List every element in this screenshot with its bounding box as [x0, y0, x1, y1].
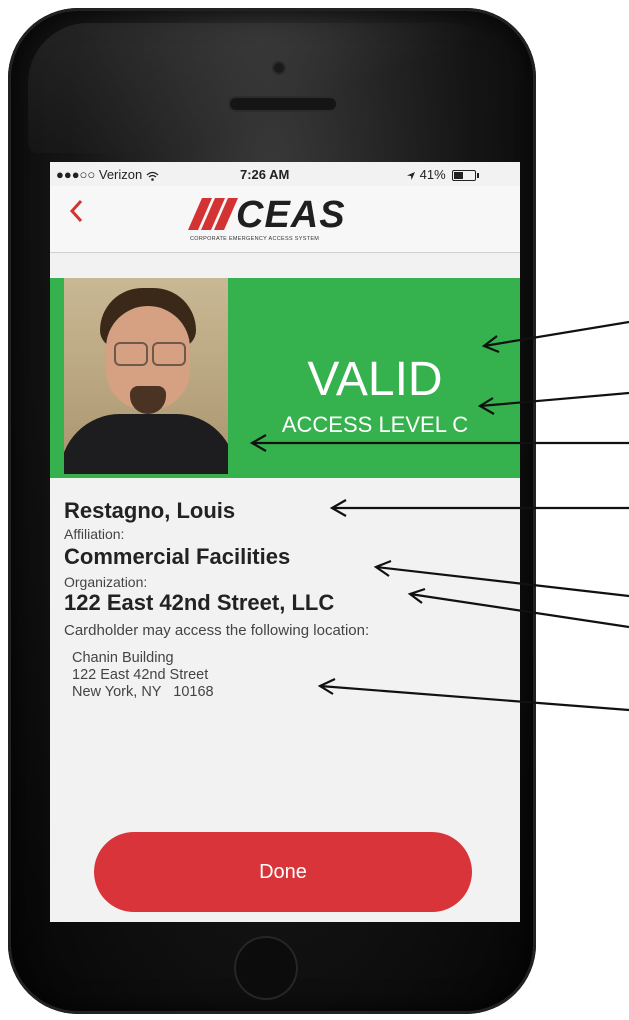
organization-value: 122 East 42nd Street, LLC: [64, 590, 335, 615]
chevron-left-icon: [69, 199, 83, 223]
carrier-signal: ●●●○○ Verizon: [56, 167, 159, 182]
app-screen: ●●●○○ Verizon 7:26 AM 41% CEAS CORPORATE…: [50, 162, 520, 922]
access-level: ACCESS LEVEL C: [281, 412, 469, 437]
location-line-1: Chanin Building: [72, 650, 174, 666]
wifi-icon: [146, 167, 159, 182]
location-arrow-icon: [406, 167, 420, 182]
location-line-3: New York, NY 10168: [72, 684, 214, 700]
valid-banner: VALID ACCESS LEVEL C: [50, 278, 520, 478]
ceas-logo: CEAS CORPORATE EMERGENCY ACCESS SYSTEM: [188, 194, 388, 246]
phone-frame: ●●●○○ Verizon 7:26 AM 41% CEAS CORPORATE…: [8, 8, 536, 1014]
home-button[interactable]: [236, 938, 296, 998]
front-camera-icon: [274, 63, 284, 73]
cardholder-name: Restagno, Louis: [64, 498, 236, 523]
affiliation-label: Affiliation:: [64, 526, 125, 542]
nav-bar: CEAS CORPORATE EMERGENCY ACCESS SYSTEM: [50, 186, 520, 253]
carrier-label: ●●●○○ Verizon: [56, 167, 143, 182]
logo-stripes-icon: [188, 198, 238, 230]
access-note: Cardholder may access the following loca…: [64, 622, 370, 639]
logo-tagline: CORPORATE EMERGENCY ACCESS SYSTEM: [190, 236, 320, 242]
battery-percent: 41%: [419, 167, 446, 182]
logo-word: CEAS: [236, 194, 346, 236]
done-button[interactable]: Done: [94, 832, 472, 912]
status-right: 41%: [406, 167, 480, 182]
location-line-2: 122 East 42nd Street: [72, 667, 209, 683]
battery-icon: [452, 170, 480, 182]
cardholder-photo: [64, 278, 228, 474]
battery-fill: [454, 172, 464, 180]
status-bar: ●●●○○ Verizon 7:26 AM 41%: [50, 162, 520, 186]
affiliation-value: Commercial Facilities: [64, 544, 291, 569]
phone-glare: [28, 23, 508, 153]
organization-label: Organization:: [64, 574, 148, 590]
clock: 7:26 AM: [240, 167, 290, 182]
back-button[interactable]: [68, 198, 84, 230]
earpiece-speaker: [230, 98, 336, 110]
validity-status: VALID: [307, 353, 443, 406]
